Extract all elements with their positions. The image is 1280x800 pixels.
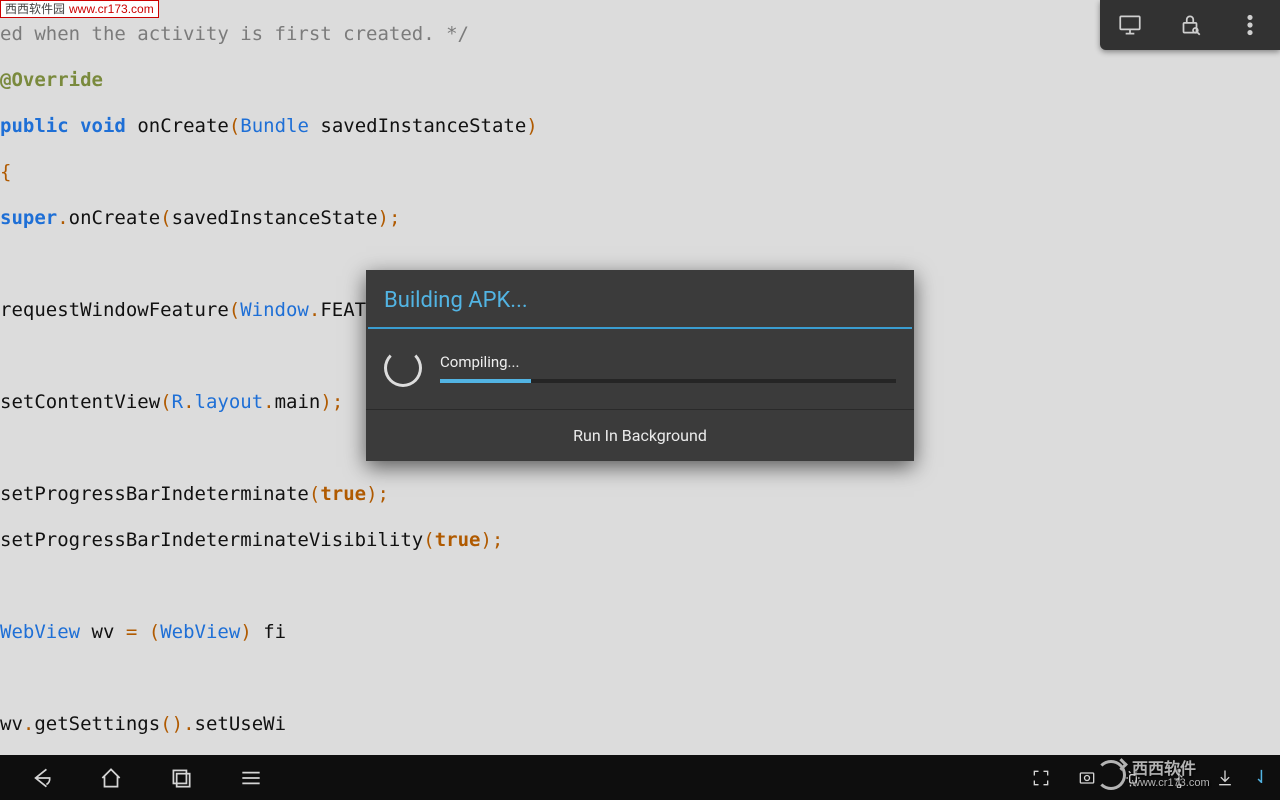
progress-bar-fill [440, 379, 531, 383]
status-clock: ⇃ [1254, 767, 1270, 788]
dialog-title: Building APK... [366, 270, 914, 327]
recent-apps-icon[interactable] [146, 755, 216, 800]
download-icon[interactable] [1202, 755, 1248, 800]
top-toolbar [1100, 0, 1280, 50]
run-in-background-button[interactable]: Run In Background [366, 409, 914, 461]
watermark-top-left: 西西软件园www.cr173.com [0, 0, 159, 18]
annotation: @@OverrideOverride [0, 69, 103, 91]
fullscreen-icon[interactable] [1018, 755, 1064, 800]
back-icon[interactable] [6, 755, 76, 800]
usb-icon[interactable] [1156, 755, 1202, 800]
screenshot-icon[interactable] [1064, 755, 1110, 800]
spinner-icon [384, 349, 422, 387]
android-debug-icon[interactable] [1110, 755, 1156, 800]
progress-bar [440, 379, 896, 383]
code-comment: ed when the activity is first created. *… [0, 23, 469, 45]
dialog-status: Compiling... [440, 353, 896, 371]
home-icon[interactable] [76, 755, 146, 800]
system-navbar: ⇃ [0, 755, 1280, 800]
menu-icon[interactable] [216, 755, 286, 800]
build-dialog: Building APK... Compiling... Run In Back… [366, 270, 914, 461]
lock-search-icon[interactable] [1160, 0, 1220, 50]
monitor-icon[interactable] [1100, 0, 1160, 50]
overflow-menu-icon[interactable] [1220, 0, 1280, 50]
